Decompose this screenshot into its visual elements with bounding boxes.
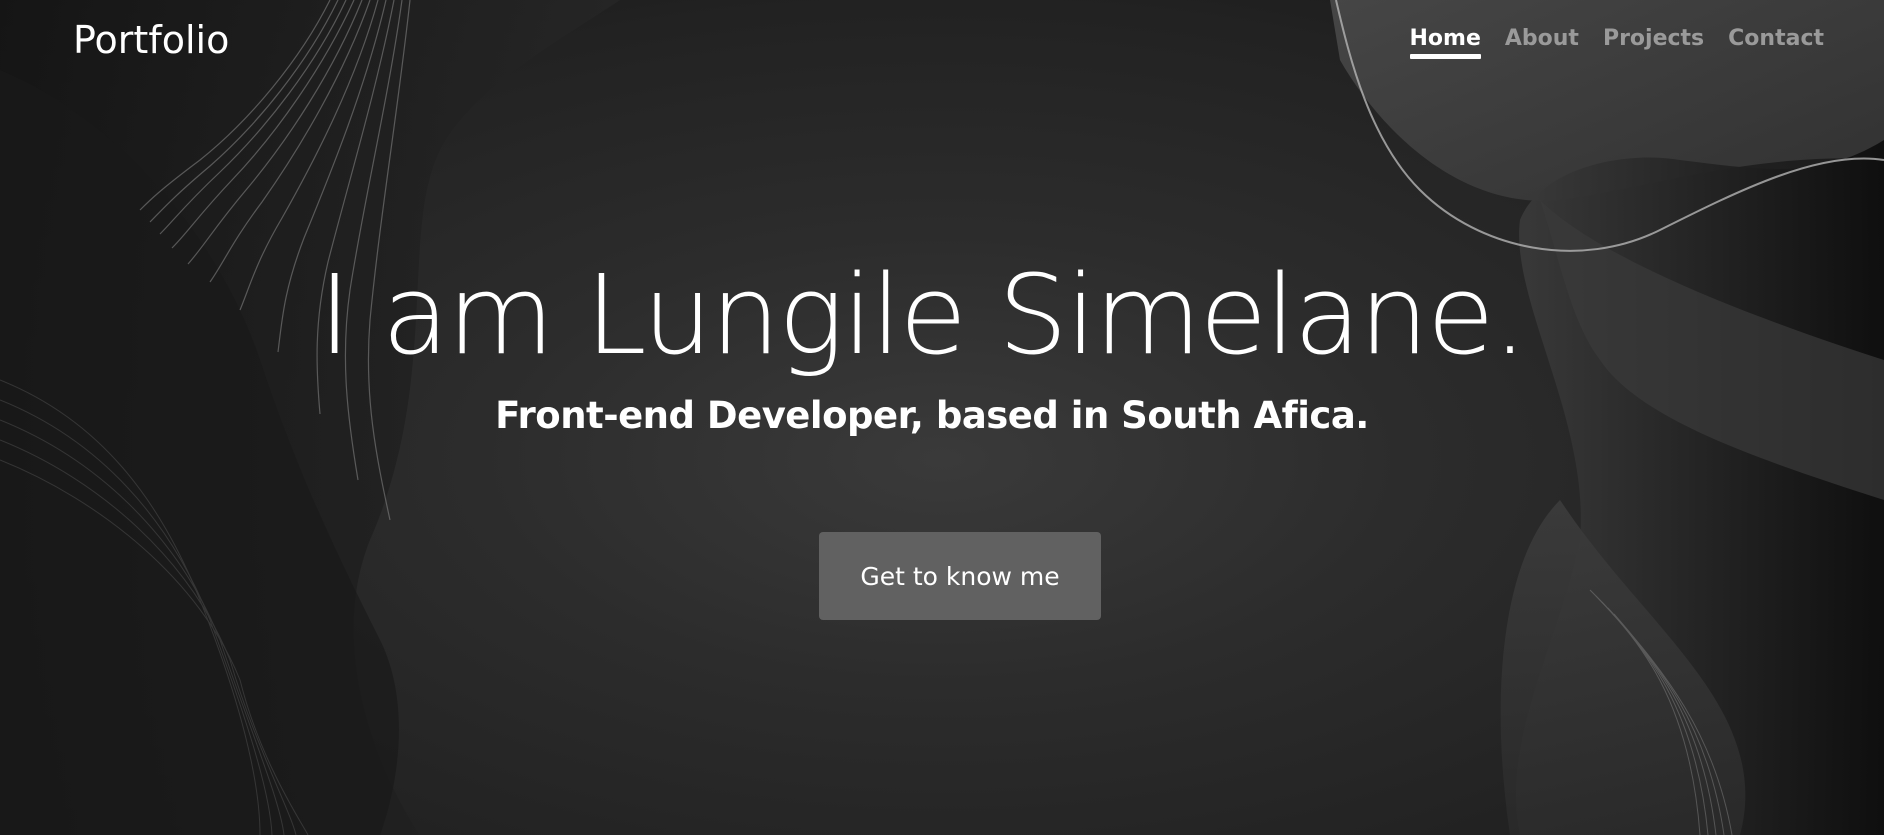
get-to-know-me-button[interactable]: Get to know me bbox=[819, 532, 1101, 620]
landing-page: Portfolio Home About Projects Contact I … bbox=[0, 0, 1884, 835]
nav-link-contact[interactable]: Contact bbox=[1728, 26, 1824, 59]
nav-link-home[interactable]: Home bbox=[1409, 26, 1482, 59]
hero-subtitle: Front-end Developer, based in South Afic… bbox=[495, 394, 1369, 437]
nav-links: Home About Projects Contact bbox=[1409, 26, 1824, 59]
navbar: Portfolio Home About Projects Contact bbox=[0, 0, 1884, 90]
hero-section: I am Lungile Simelane. Front-end Develop… bbox=[0, 250, 1884, 437]
hero-title: I am Lungile Simelane. bbox=[318, 251, 1527, 379]
brand-logo[interactable]: Portfolio bbox=[73, 18, 229, 62]
nav-link-about[interactable]: About bbox=[1505, 26, 1579, 59]
nav-link-projects[interactable]: Projects bbox=[1603, 26, 1704, 59]
